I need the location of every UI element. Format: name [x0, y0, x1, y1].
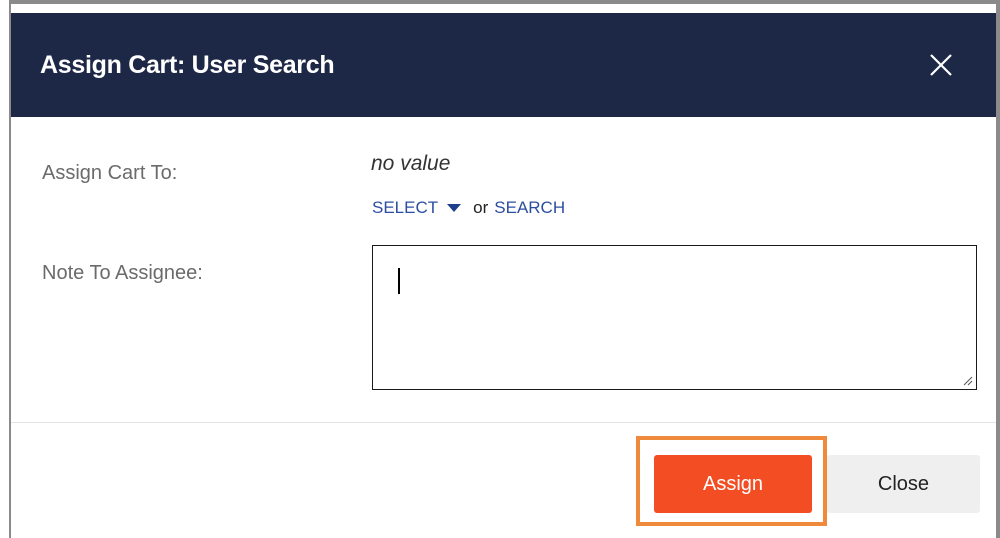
note-textarea[interactable]	[372, 245, 977, 390]
assign-cart-to-label: Assign Cart To:	[42, 162, 178, 184]
select-dropdown[interactable]: SELECT	[372, 198, 462, 218]
close-icon[interactable]	[926, 50, 956, 80]
text-caret	[398, 268, 400, 294]
dialog-title: Assign Cart: User Search	[40, 51, 335, 79]
assignee-value: no value	[371, 152, 451, 175]
window-frame-left	[0, 0, 11, 538]
note-to-assignee-label: Note To Assignee:	[42, 262, 203, 284]
footer-divider	[11, 422, 996, 423]
resize-grip-icon[interactable]	[961, 374, 973, 386]
close-button[interactable]: Close	[827, 455, 980, 513]
assign-button[interactable]: Assign	[654, 455, 812, 513]
select-link-label: SELECT	[372, 198, 439, 217]
caret-down-icon	[447, 204, 462, 212]
window-frame-right	[996, 0, 1000, 538]
assign-cart-dialog: Assign Cart: User Search Assign Cart To:…	[11, 4, 996, 538]
search-link[interactable]: SEARCH	[494, 198, 565, 218]
dialog-header: Assign Cart: User Search	[11, 13, 996, 117]
or-separator: or	[473, 198, 489, 217]
assignee-picker: SELECT or SEARCH	[372, 198, 565, 218]
